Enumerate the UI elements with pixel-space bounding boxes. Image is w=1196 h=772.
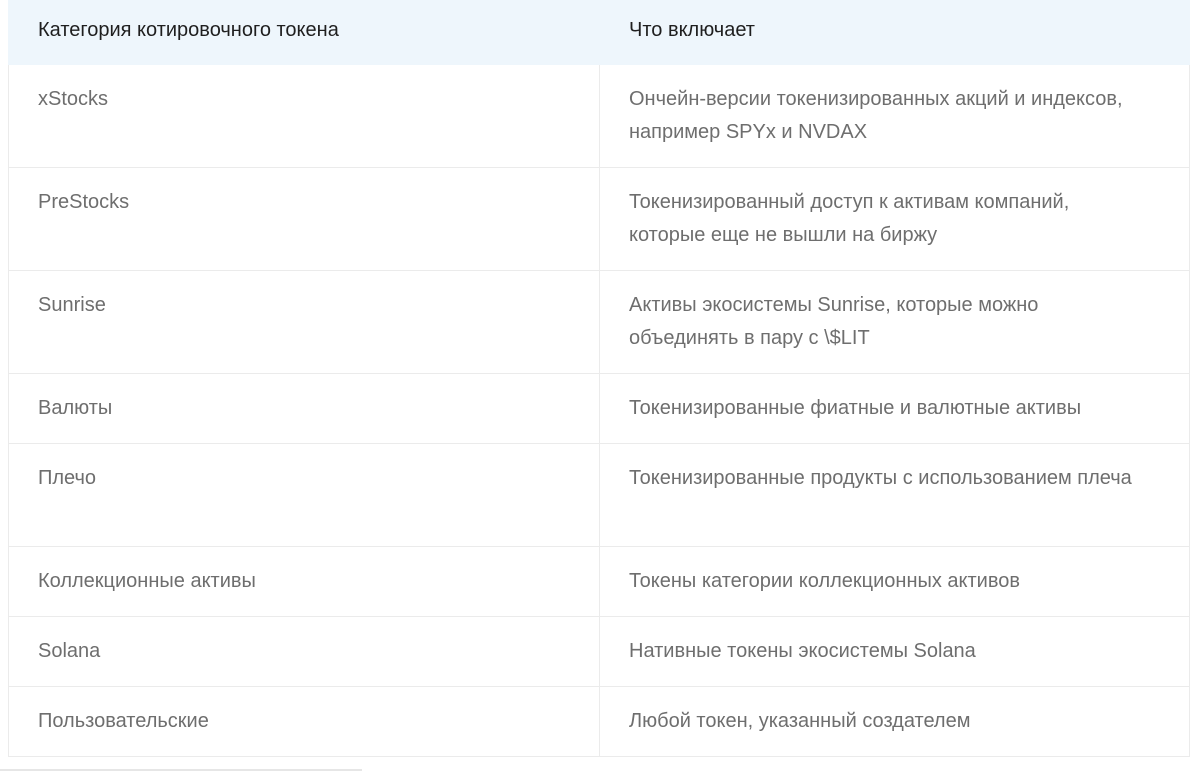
table-header: Категория котировочного токена Что включ… xyxy=(8,0,1190,65)
quote-token-table-container: Категория котировочного токена Что включ… xyxy=(8,0,1190,757)
table-body: xStocks Ончейн-версии токенизированных а… xyxy=(8,64,1190,757)
description-cell: Токены категории коллекционных активов xyxy=(599,546,1190,617)
page-divider xyxy=(0,769,362,771)
description-cell: Токенизированные продукты с использовани… xyxy=(599,443,1190,547)
category-cell: Solana xyxy=(8,616,600,687)
table-row: Валюты Токенизированные фиатные и валютн… xyxy=(8,373,1190,444)
table-row: Плечо Токенизированные продукты с исполь… xyxy=(8,443,1190,547)
description-cell: Активы экосистемы Sunrise, которые можно… xyxy=(599,270,1190,374)
table-row: Solana Нативные токены экосистемы Solana xyxy=(8,616,1190,687)
category-cell: Валюты xyxy=(8,373,600,444)
category-cell: Sunrise xyxy=(8,270,600,374)
table-row: Пользовательские Любой токен, указанный … xyxy=(8,686,1190,757)
category-cell: Коллекционные активы xyxy=(8,546,600,617)
header-category: Категория котировочного токена xyxy=(8,0,600,65)
category-cell: Плечо xyxy=(8,443,600,547)
description-cell: Ончейн-версии токенизированных акций и и… xyxy=(599,64,1190,168)
table-row: Коллекционные активы Токены категории ко… xyxy=(8,546,1190,617)
quote-token-table: Категория котировочного токена Что включ… xyxy=(8,0,1190,757)
header-row: Категория котировочного токена Что включ… xyxy=(8,0,1190,65)
table-row: PreStocks Токенизированный доступ к акти… xyxy=(8,167,1190,271)
category-cell: PreStocks xyxy=(8,167,600,271)
description-cell: Нативные токены экосистемы Solana xyxy=(599,616,1190,687)
table-row: Sunrise Активы экосистемы Sunrise, котор… xyxy=(8,270,1190,374)
description-cell: Токенизированные фиатные и валютные акти… xyxy=(599,373,1190,444)
table-row: xStocks Ончейн-версии токенизированных а… xyxy=(8,64,1190,168)
description-cell: Токенизированный доступ к активам компан… xyxy=(599,167,1190,271)
header-includes: Что включает xyxy=(599,0,1190,65)
category-cell: xStocks xyxy=(8,64,600,168)
description-cell: Любой токен, указанный создателем xyxy=(599,686,1190,757)
category-cell: Пользовательские xyxy=(8,686,600,757)
